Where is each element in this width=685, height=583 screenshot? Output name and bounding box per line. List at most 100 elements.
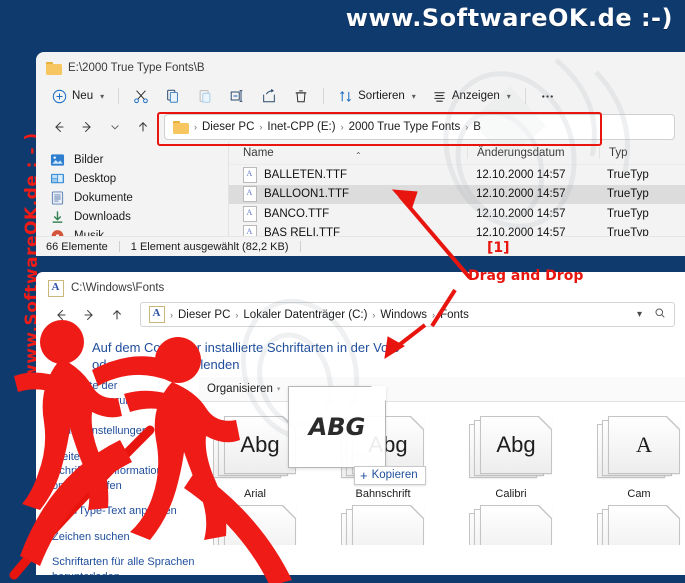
breadcrumb-item-3[interactable]: B [473, 121, 481, 133]
annotation-drag-and-drop: Drag and Drop [468, 268, 584, 284]
rename-button[interactable] [221, 83, 253, 109]
delete-button[interactable] [285, 83, 317, 109]
new-label: Neu [72, 90, 94, 102]
breadcrumb-item-1[interactable]: Lokaler Datenträger (C:) [243, 309, 367, 321]
font-tile-partial[interactable] [593, 505, 685, 545]
chevron-down-icon[interactable]: ▾ [277, 385, 281, 393]
font-tile-calibri[interactable]: Abg Calibri [465, 416, 557, 500]
font-name: Bahnschrift [355, 488, 411, 500]
explorer-window: E:\2000 True Type Fonts\B Neu ▾ Sortiere… [36, 52, 685, 256]
column-header-type[interactable]: Typ [599, 147, 685, 159]
more-options-button[interactable] [532, 83, 563, 109]
up-button[interactable] [130, 115, 156, 139]
link-adjust-cleartype[interactable]: ClearType-Text anpassen [52, 504, 199, 519]
new-button[interactable]: Neu ▾ [44, 83, 112, 109]
cut-button[interactable] [125, 83, 157, 109]
file-date: 12.10.2000 14:57 [476, 188, 566, 201]
fonts-title: C:\Windows\Fonts [71, 282, 165, 294]
sidebar-label: Downloads [74, 210, 131, 223]
rename-icon [229, 88, 245, 104]
pictures-icon [50, 153, 65, 167]
explorer-body: Bilder Desktop Dokumente Downloads Name … [36, 142, 685, 244]
breadcrumb-item-2[interactable]: 2000 True Type Fonts [349, 121, 461, 133]
explorer-title: E:\2000 True Type Fonts\B [68, 62, 205, 74]
up-button[interactable] [104, 303, 130, 327]
link-font-settings[interactable]: Schrifteinstellungen [52, 424, 199, 439]
breadcrumb-item-0[interactable]: Dieser PC [202, 121, 254, 133]
copy-button[interactable] [157, 83, 189, 109]
breadcrumb-item-1[interactable]: Inet-CPP (E:) [267, 121, 335, 133]
file-date: 12.10.2000 14:57 [476, 207, 566, 220]
forward-button[interactable] [74, 115, 100, 139]
breadcrumb-separator: › [170, 309, 173, 320]
font-file-icon [149, 306, 165, 323]
back-button[interactable] [46, 115, 72, 139]
desktop-icon [50, 172, 65, 186]
share-button[interactable] [253, 83, 285, 109]
font-file-icon [48, 279, 64, 297]
navigation-pane: Bilder Desktop Dokumente Downloads [36, 142, 228, 244]
font-tile-grid: Abg Arial Abg Bahnschrift Abg Calibri A … [199, 386, 685, 500]
font-tile-partial[interactable] [209, 505, 301, 545]
organize-button[interactable]: Organisieren [207, 383, 273, 395]
toolbar-divider-3 [524, 88, 526, 104]
organize-toolbar: Organisieren ▾ [199, 377, 685, 402]
ellipsis-icon [540, 89, 555, 104]
sort-caret-icon: ⌃ [355, 151, 362, 160]
drop-hint-label: Kopieren [371, 469, 418, 481]
trash-icon [293, 88, 309, 104]
font-tile-partial[interactable] [465, 505, 557, 545]
selection-info: 1 Element ausgewählt (82,2 KB) [130, 240, 289, 253]
drag-ghost-text: ABG [308, 413, 366, 441]
breadcrumb-separator: › [194, 122, 197, 132]
drag-ghost-preview: ABG [288, 386, 386, 468]
plus-circle-icon [52, 89, 67, 104]
sidebar-item-desktop[interactable]: Desktop [50, 169, 228, 188]
sort-button[interactable]: Sortieren ▾ [330, 83, 424, 109]
page-root: www.SoftwareOK.de :-) www.SoftwareOK.de … [0, 0, 685, 583]
link-more-font-info-online[interactable]: Weitere Schriftarteninformationen online… [52, 450, 199, 494]
breadcrumb-item-0[interactable]: Dieser PC [178, 309, 230, 321]
breadcrumb-separator: › [372, 309, 376, 320]
chevron-down-icon: ▾ [506, 91, 511, 101]
view-button[interactable]: Anzeigen ▾ [424, 83, 519, 109]
sidebar-item-bilder[interactable]: Bilder [50, 150, 228, 169]
paste-button[interactable] [189, 83, 221, 109]
column-header-name[interactable]: Name ⌃ [229, 147, 467, 160]
column-header-date[interactable]: Änderungsdatum [467, 147, 599, 159]
annotation-marker-1: [1] [487, 240, 510, 256]
link-control-panel-home[interactable]: Startseite der Systemsteuerung [52, 379, 199, 408]
download-arrow-icon [50, 210, 65, 224]
search-icon[interactable] [654, 307, 666, 322]
link-download-fonts-all-languages[interactable]: Schriftarten für alle Sprachen herunterl… [52, 555, 199, 575]
forward-button[interactable] [76, 303, 102, 327]
sidebar-item-downloads[interactable]: Downloads [50, 207, 228, 226]
table-row-selected[interactable]: BALLOON1.TTF 12.10.2000 14:57 TrueTyp [229, 184, 685, 204]
recent-locations-button[interactable] [102, 115, 128, 139]
status-bar: 66 Elemente 1 Element ausgewählt (82,2 K… [36, 236, 685, 256]
folder-icon [173, 120, 189, 134]
table-row[interactable]: BANCO.TTF 12.10.2000 14:57 TrueTyp [229, 204, 685, 224]
file-name: BANCO.TTF [264, 207, 330, 220]
sidebar-label: Desktop [74, 172, 117, 185]
chevron-down-icon[interactable]: ▾ [637, 309, 642, 320]
table-row[interactable]: BALLETEN.TTF 12.10.2000 14:57 TrueTyp [229, 165, 685, 185]
link-find-character[interactable]: Zeichen suchen [52, 530, 199, 545]
column-label: Name [243, 147, 274, 159]
file-list: Name ⌃ Änderungsdatum Typ BALLETEN.TTF 1… [228, 142, 685, 244]
font-tile-partial[interactable] [337, 505, 429, 545]
font-name: Cam [627, 488, 651, 500]
breadcrumb-item-2[interactable]: Windows [380, 309, 427, 321]
back-button[interactable] [48, 303, 74, 327]
sort-arrows-icon [338, 89, 353, 104]
breadcrumb-item-3[interactable]: Fonts [440, 309, 469, 321]
toolbar-divider-2 [323, 88, 325, 104]
sidebar-item-dokumente[interactable]: Dokumente [50, 188, 228, 207]
explorer-toolbar: Neu ▾ Sortieren ▾ Anzeigen ▾ [36, 80, 685, 112]
view-label: Anzeigen [451, 90, 500, 102]
font-tile-cambria[interactable]: A Cam [593, 416, 685, 500]
sidebar-label: Dokumente [74, 191, 133, 204]
breadcrumb-bar[interactable]: › Dieser PC › Inet-CPP (E:) › 2000 True … [164, 114, 675, 140]
breadcrumb-bar-fonts[interactable]: › Dieser PC › Lokaler Datenträger (C:) ›… [140, 302, 675, 327]
breadcrumb-separator: › [235, 309, 239, 320]
